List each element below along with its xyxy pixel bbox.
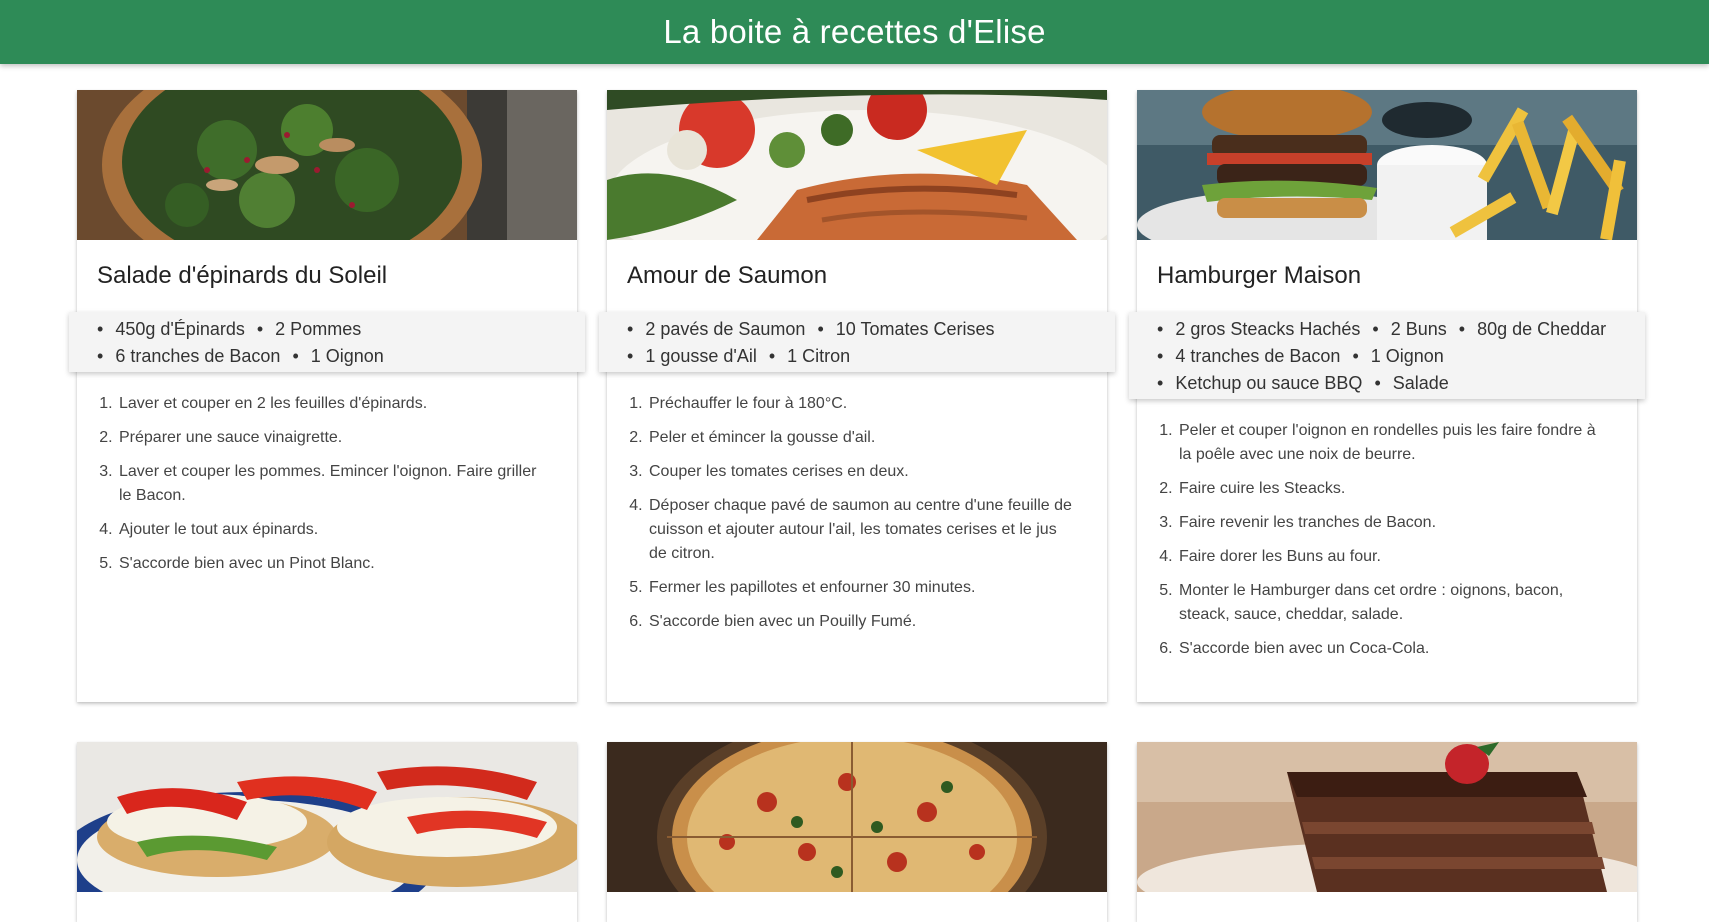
step-item: Couper les tomates cerises en deux. xyxy=(647,460,1077,484)
site-header: La boite à recettes d'Elise xyxy=(0,0,1709,64)
ingredient-item: 1 gousse d'Ail xyxy=(627,343,757,370)
ingredient-item: 1 Oignon xyxy=(1352,343,1444,370)
ingredients-list: 2 pavés de Saumon 10 Tomates Cerises 1 g… xyxy=(599,312,1115,372)
ingredient-item: 2 gros Steacks Hachés xyxy=(1157,316,1360,343)
ingredient-item: 2 pavés de Saumon xyxy=(627,316,805,343)
step-item: Ajouter le tout aux épinards. xyxy=(117,518,547,542)
step-item: Laver et couper les pommes. Emincer l'oi… xyxy=(117,460,547,508)
ingredient-item: 1 Oignon xyxy=(292,343,384,370)
step-item: Faire dorer les Buns au four. xyxy=(1177,545,1607,569)
step-item: Faire revenir les tranches de Bacon. xyxy=(1177,511,1607,535)
step-item: Déposer chaque pavé de saumon au centre … xyxy=(647,494,1077,566)
ingredient-item: Salade xyxy=(1374,370,1449,397)
step-item: Fermer les papillotes et enfourner 30 mi… xyxy=(647,576,1077,600)
step-item: S'accorde bien avec un Coca-Cola. xyxy=(1177,637,1607,661)
tomato-sandwich-photo xyxy=(77,742,577,892)
ingredient-item: 2 Pommes xyxy=(257,316,361,343)
recipe-card-hamburger: Hamburger Maison 2 gros Steacks Hachés 2… xyxy=(1129,90,1645,702)
ingredient-item: 450g d'Épinards xyxy=(97,316,245,343)
recipe-card-salade: Salade d'épinards du Soleil 450g d'Épina… xyxy=(69,90,585,702)
step-item: Laver et couper en 2 les feuilles d'épin… xyxy=(117,392,547,416)
ingredient-item: 4 tranches de Bacon xyxy=(1157,343,1340,370)
ingredients-list: 450g d'Épinards 2 Pommes 6 tranches de B… xyxy=(69,312,585,372)
recipe-card-partial xyxy=(607,742,1107,922)
step-item: Peler et émincer la gousse d'ail. xyxy=(647,426,1077,450)
recipe-card-partial xyxy=(1137,742,1637,922)
recipe-title: Amour de Saumon xyxy=(627,262,828,289)
ingredients-list: 2 gros Steacks Hachés 2 Buns 80g de Ched… xyxy=(1129,312,1645,399)
step-item: Faire cuire les Steacks. xyxy=(1177,477,1607,501)
ingredient-item: 6 tranches de Bacon xyxy=(97,343,280,370)
step-item: Préparer une sauce vinaigrette. xyxy=(117,426,547,450)
step-item: Préchauffer le four à 180°C. xyxy=(647,392,1077,416)
step-item: Peler et couper l'oignon en rondelles pu… xyxy=(1177,419,1607,467)
steps-list: Peler et couper l'oignon en rondelles pu… xyxy=(1137,399,1637,691)
site-title: La boite à recettes d'Elise xyxy=(663,13,1046,50)
ingredient-item: 10 Tomates Cerises xyxy=(817,316,995,343)
pizza-photo xyxy=(607,742,1107,892)
spinach-salad-photo xyxy=(77,90,577,240)
salmon-photo xyxy=(607,90,1107,240)
burger-photo xyxy=(1137,90,1637,240)
step-item: S'accorde bien avec un Pinot Blanc. xyxy=(117,552,547,576)
ingredient-item: 1 Citron xyxy=(769,343,850,370)
recipe-title: Salade d'épinards du Soleil xyxy=(97,262,388,289)
step-item: S'accorde bien avec un Pouilly Fumé. xyxy=(647,610,1077,634)
recipe-title: Hamburger Maison xyxy=(1157,262,1362,289)
steps-list: Préchauffer le four à 180°C. Peler et ém… xyxy=(607,372,1107,664)
recipe-card-saumon: Amour de Saumon 2 pavés de Saumon 10 Tom… xyxy=(599,90,1115,702)
chocolate-cake-photo xyxy=(1137,742,1637,892)
step-item: Monter le Hamburger dans cet ordre : oig… xyxy=(1177,579,1607,627)
ingredient-item: Ketchup ou sauce BBQ xyxy=(1157,370,1362,397)
recipe-card-partial xyxy=(77,742,577,922)
ingredient-item: 2 Buns xyxy=(1372,316,1447,343)
steps-list: Laver et couper en 2 les feuilles d'épin… xyxy=(77,372,577,606)
ingredient-item: 80g de Cheddar xyxy=(1459,316,1606,343)
